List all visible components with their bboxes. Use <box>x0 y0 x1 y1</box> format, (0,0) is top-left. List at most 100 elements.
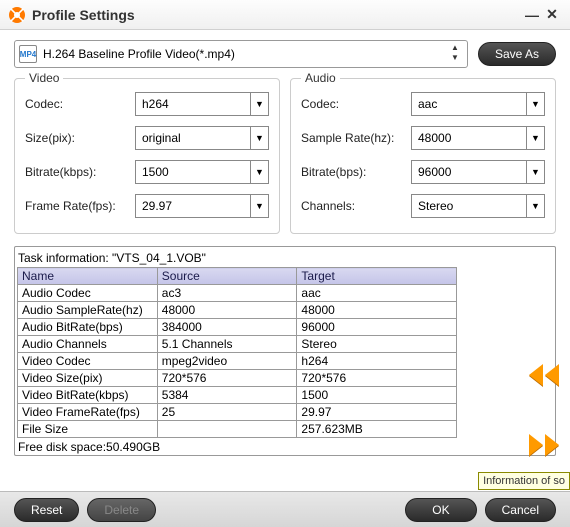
table-row: File Size 257.623MB <box>18 421 457 438</box>
table-row: Video FrameRate(fps)2529.97 <box>18 404 457 421</box>
video-size-value: original <box>142 131 181 145</box>
window-title: Profile Settings <box>32 7 522 23</box>
cell-source: mpeg2video <box>157 353 297 370</box>
table-row: Audio Codecac3aac <box>18 285 457 302</box>
cell-name: File Size <box>18 421 158 438</box>
table-header-row: Name Source Target <box>18 268 457 285</box>
cell-source: 48000 <box>157 302 297 319</box>
video-bitrate-value: 1500 <box>142 165 169 179</box>
cell-source: 25 <box>157 404 297 421</box>
chevron-down-icon: ▼ <box>526 161 544 183</box>
table-row: Audio SampleRate(hz)4800048000 <box>18 302 457 319</box>
cancel-button[interactable]: Cancel <box>485 498 556 522</box>
cell-target: 1500 <box>297 387 457 404</box>
cell-name: Audio BitRate(bps) <box>18 319 158 336</box>
audio-samplerate-value: 48000 <box>418 131 451 145</box>
video-codec-select[interactable]: h264 ▼ <box>135 92 269 116</box>
cell-target: 257.623MB <box>297 421 457 438</box>
cell-source: 5384 <box>157 387 297 404</box>
cell-source: 720*576 <box>157 370 297 387</box>
audio-codec-label: Codec: <box>301 97 411 111</box>
audio-channels-value: Stereo <box>418 199 453 213</box>
cell-source: 384000 <box>157 319 297 336</box>
profile-name: H.264 Baseline Profile Video(*.mp4) <box>43 47 447 61</box>
ok-button[interactable]: OK <box>405 498 476 522</box>
save-as-button[interactable]: Save As <box>478 42 556 66</box>
cell-name: Audio SampleRate(hz) <box>18 302 158 319</box>
close-button[interactable]: ✕ <box>542 5 562 25</box>
delete-button: Delete <box>87 498 156 522</box>
cell-name: Video BitRate(kbps) <box>18 387 158 404</box>
cell-target: aac <box>297 285 457 302</box>
forward-icon <box>527 434 561 456</box>
chevron-down-icon: ▼ <box>526 195 544 217</box>
task-header: Task information: "VTS_04_1.VOB" <box>17 249 553 267</box>
chevron-down-icon: ▼ <box>526 127 544 149</box>
video-size-label: Size(pix): <box>25 131 135 145</box>
video-bitrate-label: Bitrate(kbps): <box>25 165 135 179</box>
cell-target: h264 <box>297 353 457 370</box>
cell-source: ac3 <box>157 285 297 302</box>
table-row: Audio Channels5.1 ChannelsStereo <box>18 336 457 353</box>
video-codec-label: Codec: <box>25 97 135 111</box>
footer: Reset Delete OK Cancel <box>0 491 570 527</box>
cell-name: Audio Codec <box>18 285 158 302</box>
next-button[interactable] <box>524 430 564 460</box>
reset-button[interactable]: Reset <box>14 498 79 522</box>
table-row: Video BitRate(kbps)53841500 <box>18 387 457 404</box>
minimize-button[interactable]: — <box>522 5 542 25</box>
chevron-down-icon: ▼ <box>250 195 268 217</box>
table-row: Video Codecmpeg2videoh264 <box>18 353 457 370</box>
cell-target: 29.97 <box>297 404 457 421</box>
chevron-down-icon: ▼ <box>250 127 268 149</box>
profile-select[interactable]: MP4 H.264 Baseline Profile Video(*.mp4) … <box>14 40 468 68</box>
rewind-icon <box>527 364 561 386</box>
app-icon <box>8 6 26 24</box>
audio-samplerate-label: Sample Rate(hz): <box>301 131 411 145</box>
cell-source <box>157 421 297 438</box>
audio-panel: Audio Codec: aac▼ Sample Rate(hz): 48000… <box>290 78 556 234</box>
cell-name: Video Size(pix) <box>18 370 158 387</box>
audio-bitrate-select[interactable]: 96000 ▼ <box>411 160 545 184</box>
chevron-down-icon: ▼ <box>250 161 268 183</box>
video-size-select[interactable]: original ▼ <box>135 126 269 150</box>
title-bar: Profile Settings — ✕ <box>0 0 570 30</box>
tooltip: Information of so <box>478 472 570 490</box>
mp4-icon: MP4 <box>19 45 37 63</box>
cell-target: 96000 <box>297 319 457 336</box>
prev-button[interactable] <box>524 360 564 390</box>
col-name: Name <box>18 268 158 285</box>
video-framerate-select[interactable]: 29.97 ▼ <box>135 194 269 218</box>
cell-target: 48000 <box>297 302 457 319</box>
cell-name: Audio Channels <box>18 336 158 353</box>
video-title: Video <box>25 71 63 85</box>
audio-channels-select[interactable]: Stereo ▼ <box>411 194 545 218</box>
cell-target: Stereo <box>297 336 457 353</box>
audio-bitrate-label: Bitrate(bps): <box>301 165 411 179</box>
cell-source: 5.1 Channels <box>157 336 297 353</box>
video-framerate-label: Frame Rate(fps): <box>25 199 135 213</box>
col-source: Source <box>157 268 297 285</box>
chevron-down-icon: ▼ <box>250 93 268 115</box>
free-disk-label: Free disk space:50.490GB <box>17 438 553 456</box>
video-codec-value: h264 <box>142 97 169 111</box>
video-bitrate-select[interactable]: 1500 ▼ <box>135 160 269 184</box>
table-row: Audio BitRate(bps)38400096000 <box>18 319 457 336</box>
col-target: Target <box>297 268 457 285</box>
video-framerate-value: 29.97 <box>142 199 172 213</box>
audio-title: Audio <box>301 71 340 85</box>
task-info-box: Task information: "VTS_04_1.VOB" Name So… <box>14 246 556 456</box>
audio-codec-select[interactable]: aac ▼ <box>411 92 545 116</box>
chevron-down-icon: ▼ <box>526 93 544 115</box>
profile-spin[interactable]: ▲▼ <box>447 44 463 64</box>
table-row: Video Size(pix)720*576720*576 <box>18 370 457 387</box>
cell-name: Video Codec <box>18 353 158 370</box>
video-panel: Video Codec: h264▼ Size(pix): original▼ … <box>14 78 280 234</box>
cell-target: 720*576 <box>297 370 457 387</box>
task-table: Name Source Target Audio Codecac3aacAudi… <box>17 267 457 438</box>
audio-bitrate-value: 96000 <box>418 165 451 179</box>
audio-codec-value: aac <box>418 97 437 111</box>
audio-channels-label: Channels: <box>301 199 411 213</box>
audio-samplerate-select[interactable]: 48000 ▼ <box>411 126 545 150</box>
cell-name: Video FrameRate(fps) <box>18 404 158 421</box>
